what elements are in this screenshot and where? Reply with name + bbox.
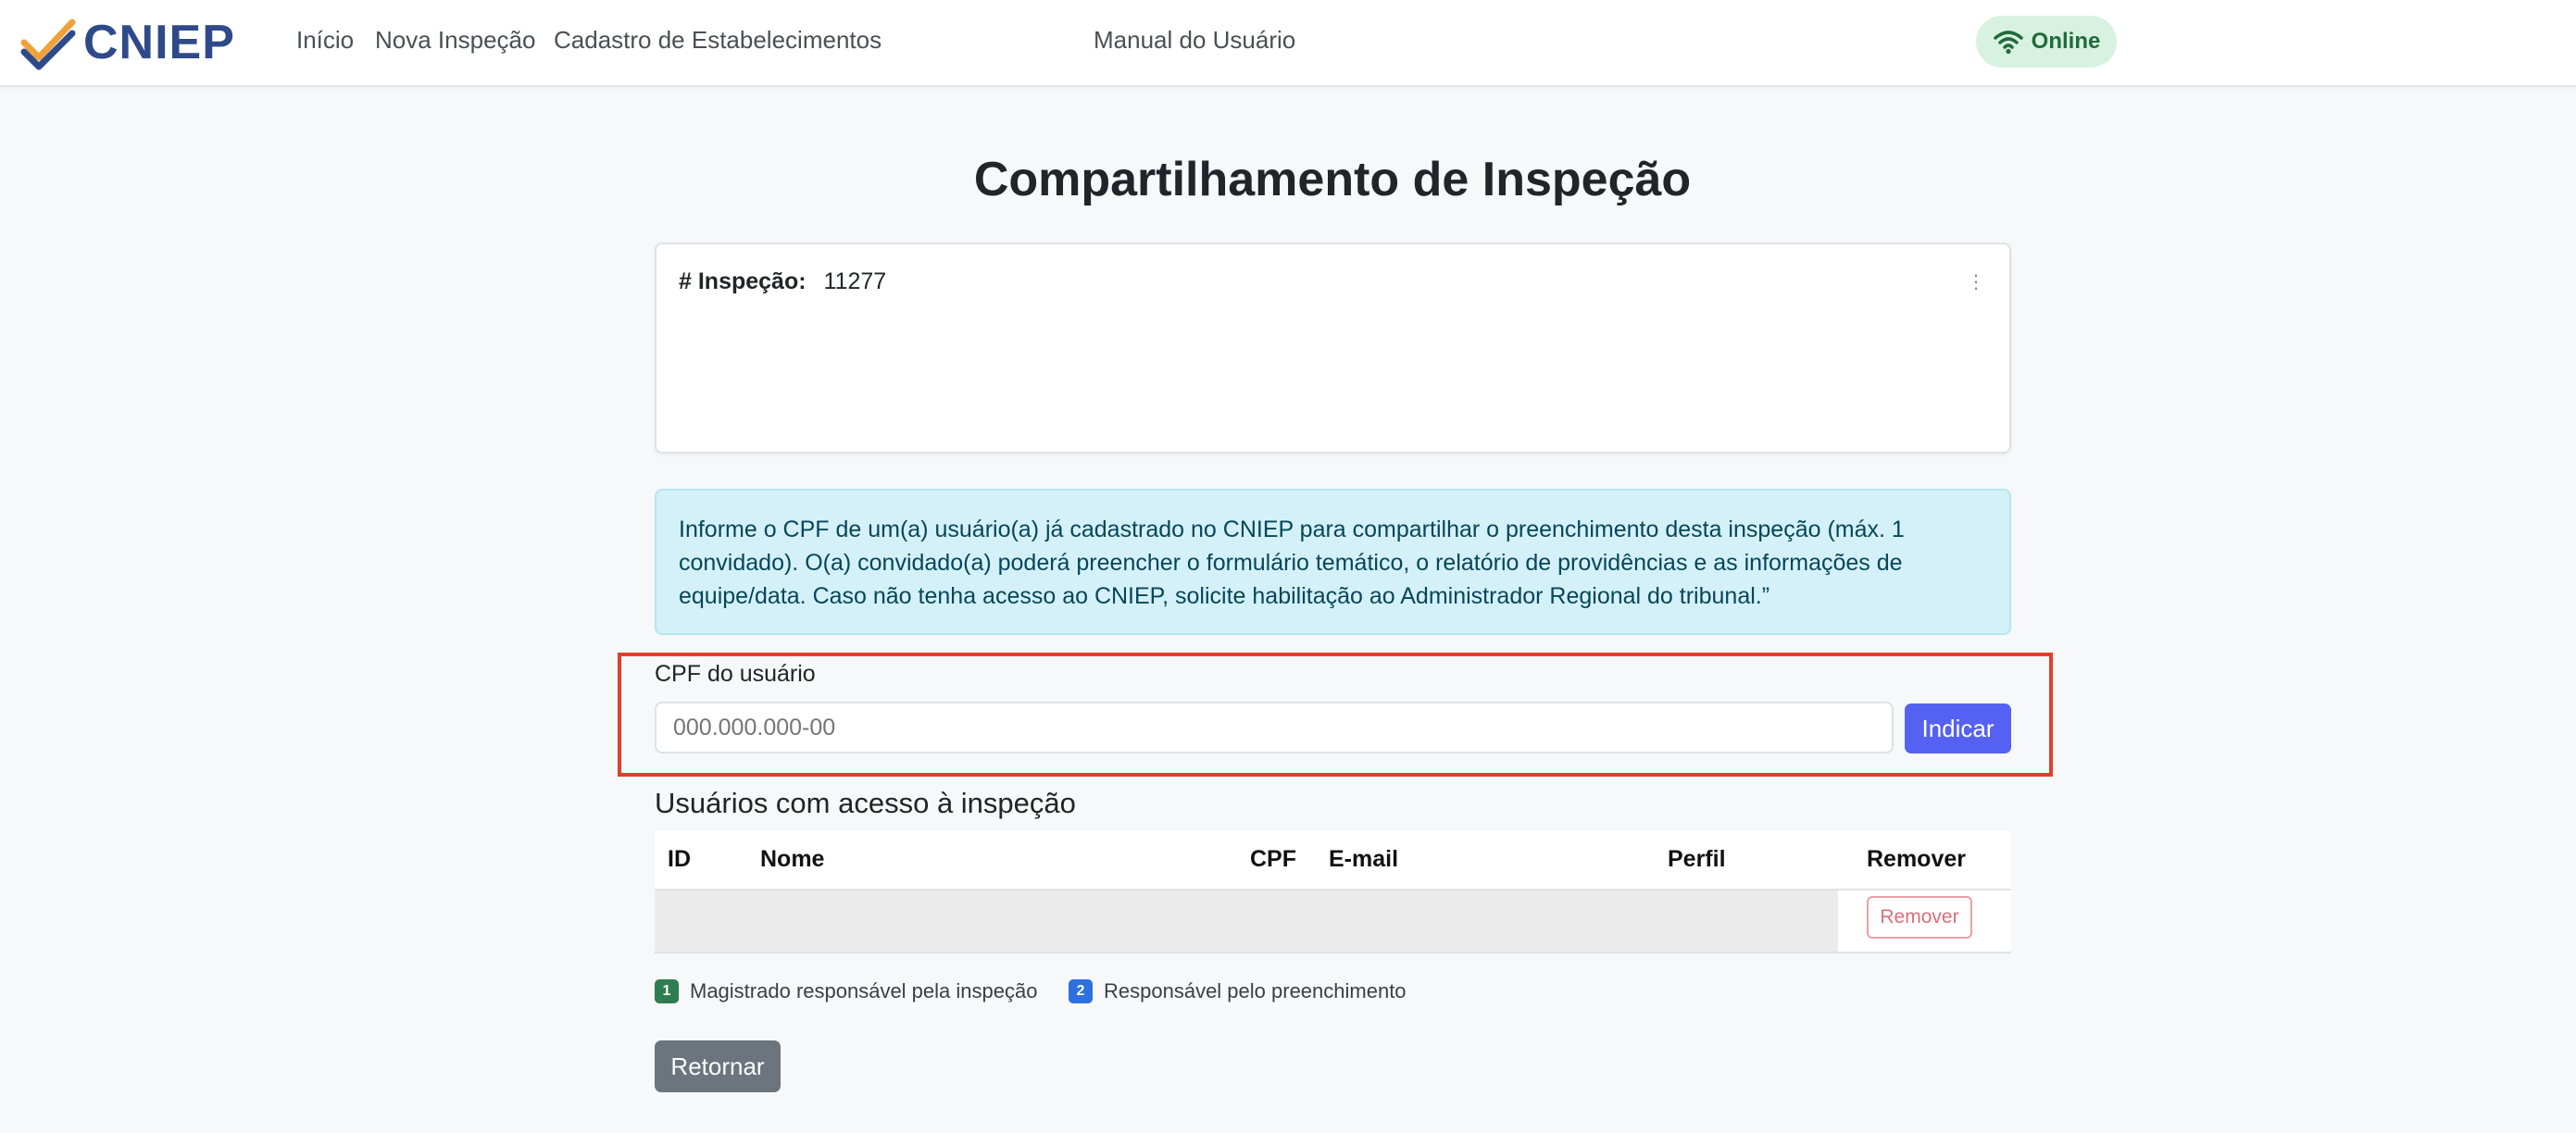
legend-label-1: Magistrado responsável pela inspeção: [690, 979, 1038, 1002]
inspection-id-label: # Inspeção:: [679, 268, 807, 294]
legend-item-magistrado: 1 Magistrado responsável pela inspeção: [655, 979, 1037, 1003]
column-header-remover: Remover: [1867, 846, 1966, 872]
online-status-label: Online: [2031, 29, 2101, 54]
legend-badge-2: 2: [1069, 979, 1093, 1003]
cpf-input[interactable]: [655, 702, 1894, 753]
more-options-icon[interactable]: ⋮: [1967, 270, 1985, 293]
legend-label-2: Responsável pelo preenchimento: [1104, 979, 1407, 1002]
brand-name: CNIEP: [83, 16, 235, 69]
check-logo-icon: [20, 19, 76, 70]
column-header-cpf: CPF: [1250, 846, 1296, 872]
brand-logo[interactable]: CNIEP: [20, 15, 235, 70]
nav-link-manual-usuario[interactable]: Manual do Usuário: [1094, 26, 1295, 55]
top-navbar: CNIEP Início Nova Inspeção Cadastro de E…: [0, 0, 2576, 87]
indicar-button[interactable]: Indicar: [1905, 703, 2011, 753]
retornar-button[interactable]: Retornar: [655, 1040, 781, 1092]
column-header-id: ID: [668, 846, 691, 872]
legend-badge-1: 1: [655, 979, 679, 1003]
column-header-perfil: Perfil: [1668, 846, 1726, 872]
cpf-field-label: CPF do usuário: [655, 661, 816, 687]
info-alert: Informe o CPF de um(a) usuário(a) já cad…: [655, 489, 2011, 635]
users-table-header: ID Nome CPF E-mail Perfil Remover: [655, 831, 2011, 890]
inspection-card: # Inspeção: 11277 ⋮: [655, 243, 2011, 454]
nav-link-inicio[interactable]: Início: [296, 26, 354, 55]
page-title: Compartilhamento de Inspeção: [973, 153, 1692, 206]
remove-user-button[interactable]: Remover: [1867, 896, 1972, 939]
inspection-id-value: 11277: [823, 268, 887, 294]
table-row-cells: [655, 890, 1838, 952]
users-table-title: Usuários com acesso à inspeção: [655, 787, 1076, 819]
legend-item-responsavel: 2 Responsável pelo preenchimento: [1069, 979, 1407, 1003]
nav-link-cadastro-estabelecimentos[interactable]: Cadastro de Estabelecimentos: [554, 26, 882, 55]
online-status-badge: Online: [1976, 16, 2117, 68]
column-header-email: E-mail: [1329, 846, 1399, 872]
nav-link-nova-inspecao[interactable]: Nova Inspeção: [375, 26, 535, 55]
inspection-id-row: # Inspeção: 11277: [679, 268, 886, 295]
column-header-nome: Nome: [760, 846, 825, 872]
wifi-icon: [1993, 31, 2023, 55]
table-row: Remover: [655, 890, 2011, 953]
